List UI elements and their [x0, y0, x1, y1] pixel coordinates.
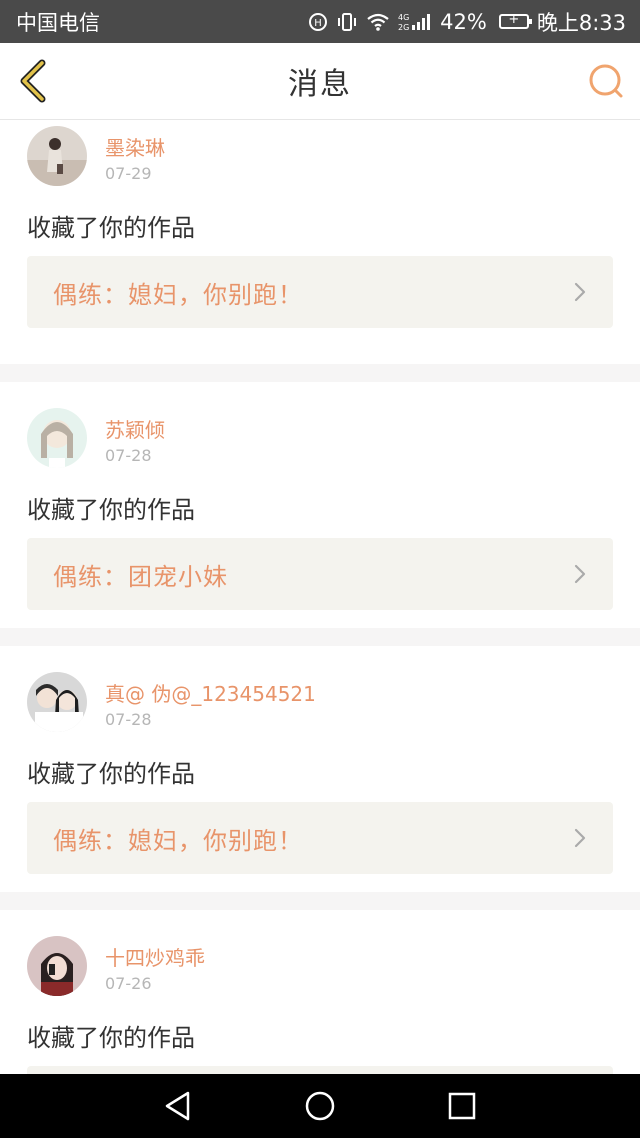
user-name[interactable]: 苏颖倾	[105, 414, 165, 443]
system-nav-bar	[0, 1074, 640, 1138]
message-action: 收藏了你的作品	[27, 496, 195, 524]
page-title: 消息	[288, 67, 352, 102]
message-action: 收藏了你的作品	[27, 1024, 195, 1052]
avatar[interactable]	[27, 672, 87, 732]
chevron-right-icon	[573, 564, 587, 584]
status-bar: 中国电信 H 4G 2G 42% + 晚上8:33	[0, 0, 640, 43]
clock: 晚上8:33	[536, 10, 626, 35]
home-circle-icon[interactable]	[304, 1090, 336, 1122]
work-title: 偶练：团宠小妹	[53, 562, 228, 591]
message-date: 07-26	[105, 974, 152, 993]
status-icons: H 4G 2G 42% + 晚上8:33	[308, 7, 626, 37]
user-name[interactable]: 墨染琳	[105, 132, 165, 161]
svg-text:4G: 4G	[398, 13, 409, 22]
avatar[interactable]	[27, 126, 87, 186]
battery-percent: 42%	[440, 9, 487, 34]
work-link[interactable]: 偶练：媳妇，你别跑！	[27, 802, 613, 874]
vibrate-icon	[336, 11, 358, 33]
back-chevron-icon[interactable]	[14, 57, 54, 105]
avatar[interactable]	[27, 408, 87, 468]
message-action: 收藏了你的作品	[27, 214, 195, 242]
list-item: 苏颖倾 07-28 收藏了你的作品 偶练：团宠小妹	[0, 382, 640, 628]
work-link[interactable]: 偶练：团宠小妹	[27, 538, 613, 610]
work-link[interactable]	[27, 1066, 613, 1074]
hd-call-icon: H	[308, 12, 328, 32]
signal-4g-icon: 4G 2G	[398, 12, 432, 32]
list-item: 墨染琳 07-29 收藏了你的作品 偶练：媳妇，你别跑！	[0, 120, 640, 364]
message-list[interactable]: 墨染琳 07-29 收藏了你的作品 偶练：媳妇，你别跑！ 苏颖倾 07-28 收…	[0, 120, 640, 1074]
chevron-right-icon	[573, 282, 587, 302]
work-title: 偶练：媳妇，你别跑！	[53, 280, 303, 309]
back-triangle-icon[interactable]	[162, 1090, 194, 1122]
wifi-icon	[366, 12, 390, 32]
user-name[interactable]: 十四炒鸡乖	[105, 942, 205, 971]
work-title: 偶练：媳妇，你别跑！	[53, 826, 303, 855]
message-date: 07-28	[105, 710, 152, 729]
svg-text:2G: 2G	[398, 23, 409, 32]
battery-charging-icon: +	[498, 12, 532, 29]
chevron-right-icon	[573, 828, 587, 848]
user-name[interactable]: 真@ 伪@_123454521	[105, 678, 316, 707]
avatar[interactable]	[27, 936, 87, 996]
list-item: 十四炒鸡乖 07-26 收藏了你的作品	[0, 910, 640, 1074]
work-link[interactable]: 偶练：媳妇，你别跑！	[27, 256, 613, 328]
svg-text:H: H	[314, 18, 322, 29]
app-header: 消息	[0, 43, 640, 120]
list-item: 真@ 伪@_123454521 07-28 收藏了你的作品 偶练：媳妇，你别跑！	[0, 646, 640, 892]
message-action: 收藏了你的作品	[27, 760, 195, 788]
search-icon[interactable]	[586, 61, 626, 101]
message-date: 07-28	[105, 446, 152, 465]
recents-square-icon[interactable]	[446, 1090, 478, 1122]
message-date: 07-29	[105, 164, 152, 183]
carrier-label: 中国电信	[16, 10, 100, 35]
